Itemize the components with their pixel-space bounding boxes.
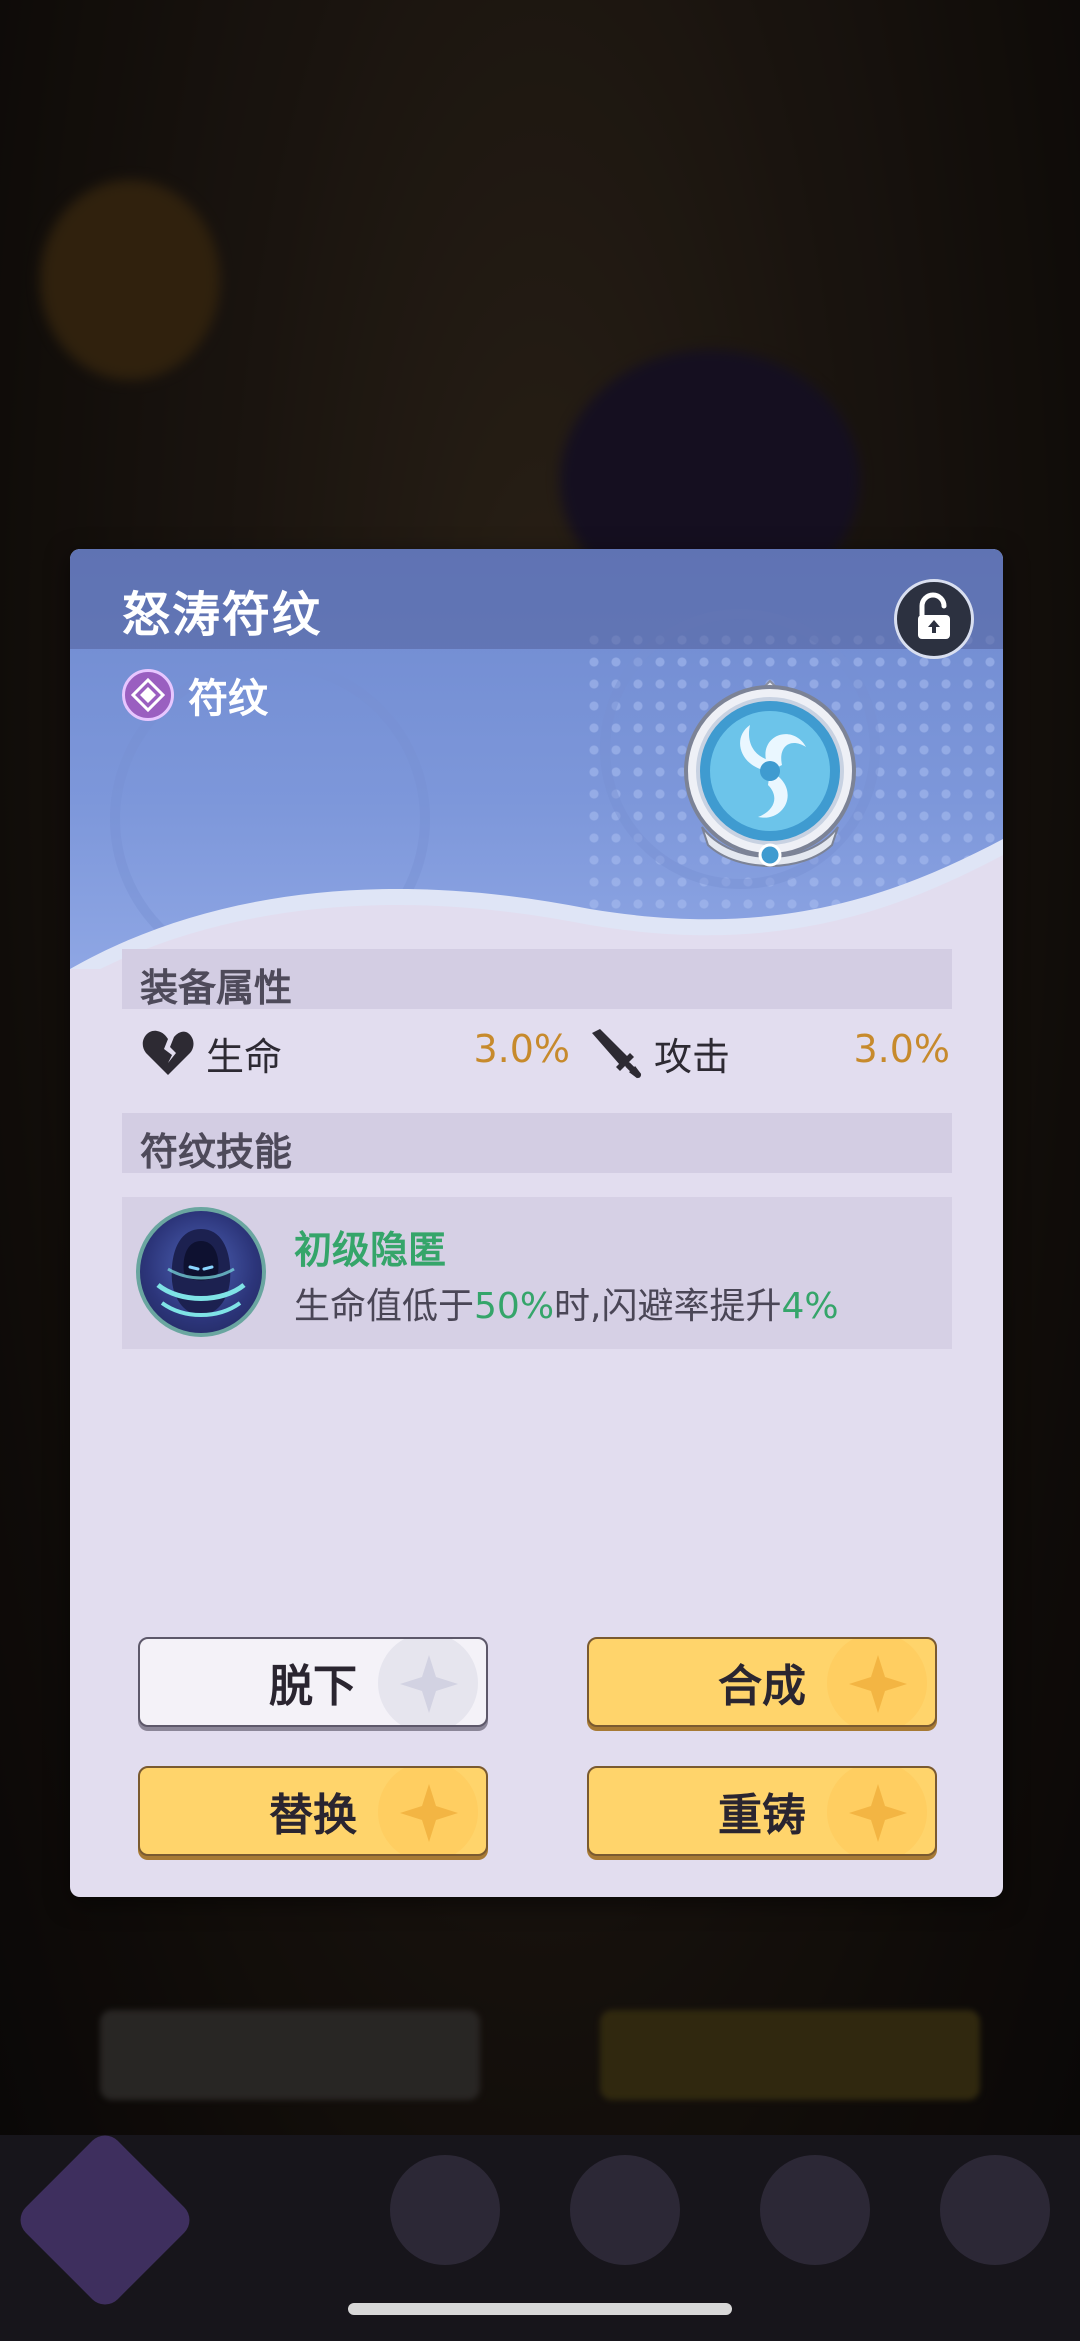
nav-item[interactable] [13, 2128, 197, 2312]
banner-wave [70, 839, 1003, 969]
nav-item[interactable] [760, 2155, 870, 2265]
unequip-label: 脱下 [269, 1661, 357, 1712]
stat-atk-value: 3.0% [853, 1027, 950, 1071]
skill-desc-bonus: 4% [781, 1286, 839, 1327]
rune-detail-dialog: 怒涛符纹 符纹 装备属性 生命 3.0% 攻击 3.0% 符纹技能 初级隐匿 生… [70, 549, 1003, 1897]
category-row: 符纹 [122, 665, 268, 725]
skills-header-label: 符纹技能 [140, 1130, 293, 1174]
stat-hp-label: 生命 [206, 1034, 283, 1079]
skill-description: 生命值低于50%时,闪避率提升4% [294, 1277, 839, 1329]
nav-item[interactable] [570, 2155, 680, 2265]
reforge-button[interactable]: 重铸 [587, 1766, 937, 1856]
attributes-header: 装备属性 [122, 949, 952, 1010]
category-label: 符纹 [188, 676, 268, 722]
rune-category-icon [122, 669, 174, 721]
replace-label: 替换 [269, 1790, 357, 1841]
stat-atk-label: 攻击 [654, 1034, 731, 1079]
dialog-title: 怒涛符纹 [122, 587, 323, 643]
attributes-header-label: 装备属性 [140, 966, 293, 1010]
star-icon [400, 1655, 458, 1713]
star-icon [849, 1655, 907, 1713]
nav-item[interactable] [390, 2155, 500, 2265]
skill-desc-threshold: 50% [474, 1286, 555, 1327]
skill-name: 初级隐匿 [294, 1228, 447, 1272]
home-indicator[interactable] [348, 2303, 732, 2315]
unlock-icon[interactable] [894, 579, 974, 659]
skill-desc-text: 生命值低于 [294, 1286, 475, 1327]
combine-button[interactable]: 合成 [587, 1637, 937, 1727]
broken-heart-icon [142, 1030, 194, 1075]
replace-button[interactable]: 替换 [138, 1766, 488, 1856]
sword-icon [592, 1029, 642, 1079]
dialog-banner: 怒涛符纹 符纹 [70, 549, 1003, 969]
stat-hp-value: 3.0% [473, 1027, 570, 1071]
skill-desc-text: 时,闪避率提升 [554, 1286, 782, 1327]
hooded-figure-icon [136, 1207, 266, 1337]
combine-label: 合成 [718, 1661, 806, 1712]
unequip-button[interactable]: 脱下 [138, 1637, 488, 1727]
star-icon [849, 1784, 907, 1842]
skill-card: 初级隐匿 生命值低于50%时,闪避率提升4% [122, 1197, 952, 1349]
nav-item[interactable] [940, 2155, 1050, 2265]
reforge-label: 重铸 [718, 1790, 806, 1841]
star-icon [400, 1784, 458, 1842]
skills-header: 符纹技能 [122, 1113, 952, 1174]
swirl-rune-emblem [684, 679, 856, 867]
